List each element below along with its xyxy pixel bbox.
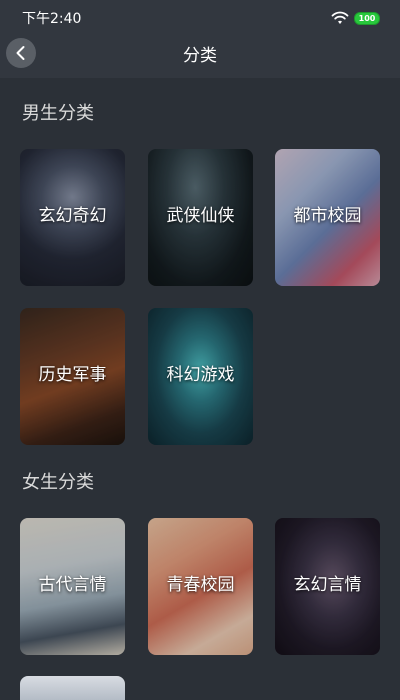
- category-label: 历史军事: [38, 365, 107, 385]
- battery-indicator: 100: [354, 12, 380, 25]
- category-label: 都市校园: [293, 206, 362, 226]
- page-title: 分类: [183, 46, 217, 66]
- category-label: 科幻游戏: [166, 365, 235, 385]
- category-cover-image: [20, 676, 125, 700]
- category-card-kehuan[interactable]: 科幻游戏: [148, 308, 253, 445]
- nav-bar: 分类: [0, 36, 400, 78]
- section-title-male: 男生分类: [22, 103, 94, 124]
- wifi-icon: [331, 11, 349, 24]
- category-card-xuanhuan-yanqing[interactable]: 玄幻言情: [275, 518, 380, 655]
- category-card-xuanhuan[interactable]: 玄幻奇幻: [20, 149, 125, 286]
- category-card-qingchun[interactable]: 青春校园: [148, 518, 253, 655]
- category-label: 玄幻奇幻: [38, 206, 107, 226]
- category-label: 武侠仙侠: [166, 206, 235, 226]
- category-card-dushi[interactable]: 都市校园: [275, 149, 380, 286]
- status-time: 下午2:40: [22, 11, 82, 27]
- category-label: 青春校园: [166, 575, 235, 595]
- category-card-partial[interactable]: [20, 676, 125, 700]
- status-bar: 下午2:40 100: [0, 0, 400, 36]
- section-title-female: 女生分类: [22, 472, 94, 493]
- category-card-wuxia[interactable]: 武侠仙侠: [148, 149, 253, 286]
- category-card-lishi[interactable]: 历史军事: [20, 308, 125, 445]
- category-label: 古代言情: [38, 575, 107, 595]
- category-card-gudai[interactable]: 古代言情: [20, 518, 125, 655]
- category-label: 玄幻言情: [293, 575, 362, 595]
